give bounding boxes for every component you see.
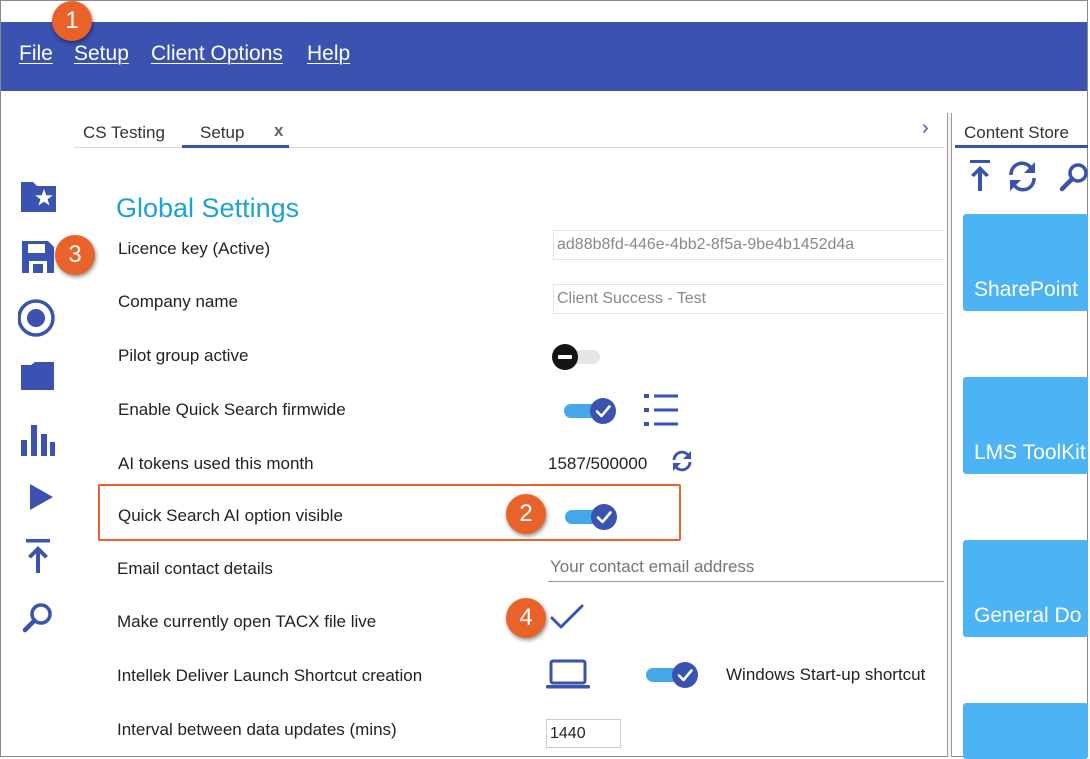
content-store-tab-indicator — [955, 145, 1088, 148]
interval-label: Interval between data updates (mins) — [117, 720, 397, 739]
company-name-label: Company name — [118, 292, 239, 311]
callout-4: 4 — [506, 598, 546, 638]
refresh-icon[interactable] — [670, 449, 694, 473]
tacx-live-label: Make currently open TACX file live — [117, 612, 377, 631]
tab-close-icon[interactable]: x — [274, 121, 283, 141]
menu-client-options[interactable]: Client Options — [151, 42, 283, 66]
pilot-group-toggle[interactable] — [552, 344, 602, 370]
shortcut-label: Intellek Deliver Launch Shortcut creatio… — [117, 666, 423, 685]
tile-label: General Do — [974, 604, 1082, 627]
upload-icon[interactable] — [18, 537, 58, 577]
search-icon[interactable] — [18, 598, 58, 638]
bar-chart-icon[interactable] — [18, 420, 58, 460]
radio-target-icon[interactable] — [17, 298, 58, 338]
check-icon — [677, 669, 693, 682]
tab-active-indicator — [182, 145, 289, 148]
content-tile-lms-toolkit[interactable]: LMS ToolKit — [963, 377, 1088, 474]
content-store-title: Content Store — [964, 123, 1069, 142]
ai-tokens-label: AI tokens used this month — [118, 454, 314, 473]
upload-icon[interactable] — [964, 158, 998, 194]
checkmark-icon[interactable] — [549, 603, 585, 633]
check-icon — [596, 511, 612, 524]
interval-field[interactable] — [546, 719, 621, 748]
ai-tokens-value: 1587/500000 — [548, 454, 648, 473]
email-field[interactable] — [548, 552, 944, 582]
folder-icon[interactable] — [18, 356, 58, 396]
quick-search-label: Enable Quick Search firmwide — [118, 400, 346, 419]
menu-setup[interactable]: Setup — [74, 42, 129, 66]
toggle-knob — [590, 398, 616, 424]
content-tile-sharepoint[interactable]: SharePoint — [963, 214, 1088, 311]
menu-file[interactable]: File — [19, 42, 53, 66]
tab-cs-testing[interactable]: CS Testing — [83, 123, 165, 143]
menu-bar: File Setup Client Options Help — [1, 22, 1087, 91]
toggle-knob — [591, 504, 617, 530]
quick-search-ai-toggle[interactable] — [565, 503, 617, 531]
licence-key-field[interactable] — [553, 230, 944, 260]
save-icon[interactable] — [18, 237, 58, 277]
quick-search-toggle[interactable] — [564, 397, 616, 425]
page-title: Global Settings — [116, 193, 300, 223]
content-tile-blank[interactable] — [963, 703, 1088, 759]
pilot-group-label: Pilot group active — [118, 346, 249, 365]
tab-setup[interactable]: Setup — [200, 123, 244, 143]
list-icon[interactable] — [643, 392, 679, 428]
chevron-right-icon[interactable]: › — [922, 117, 929, 140]
toggle-knob — [672, 662, 698, 688]
licence-key-label: Licence key (Active) — [118, 239, 271, 258]
app-window — [0, 0, 1088, 757]
callout-1: 1 — [52, 1, 92, 41]
company-name-field[interactable] — [553, 284, 944, 314]
quick-search-ai-label: Quick Search AI option visible — [118, 506, 343, 525]
menu-help[interactable]: Help — [307, 42, 350, 66]
toggle-knob — [552, 344, 578, 370]
email-label: Email contact details — [117, 559, 273, 578]
callout-2: 2 — [506, 494, 546, 534]
play-icon[interactable] — [18, 477, 58, 517]
check-icon — [595, 405, 611, 418]
content-tile-general[interactable]: General Do — [963, 540, 1088, 637]
tile-label: LMS ToolKit — [974, 441, 1086, 464]
callout-3: 3 — [55, 235, 95, 275]
search-icon[interactable] — [1056, 158, 1090, 194]
folder-star-icon[interactable] — [18, 176, 58, 216]
tile-label: SharePoint — [974, 278, 1078, 301]
refresh-icon[interactable] — [1006, 158, 1040, 194]
shortcut-toggle[interactable] — [646, 661, 698, 689]
laptop-icon[interactable] — [545, 658, 591, 690]
pane-splitter[interactable] — [947, 113, 952, 757]
startup-shortcut-label: Windows Start-up shortcut — [726, 665, 926, 684]
